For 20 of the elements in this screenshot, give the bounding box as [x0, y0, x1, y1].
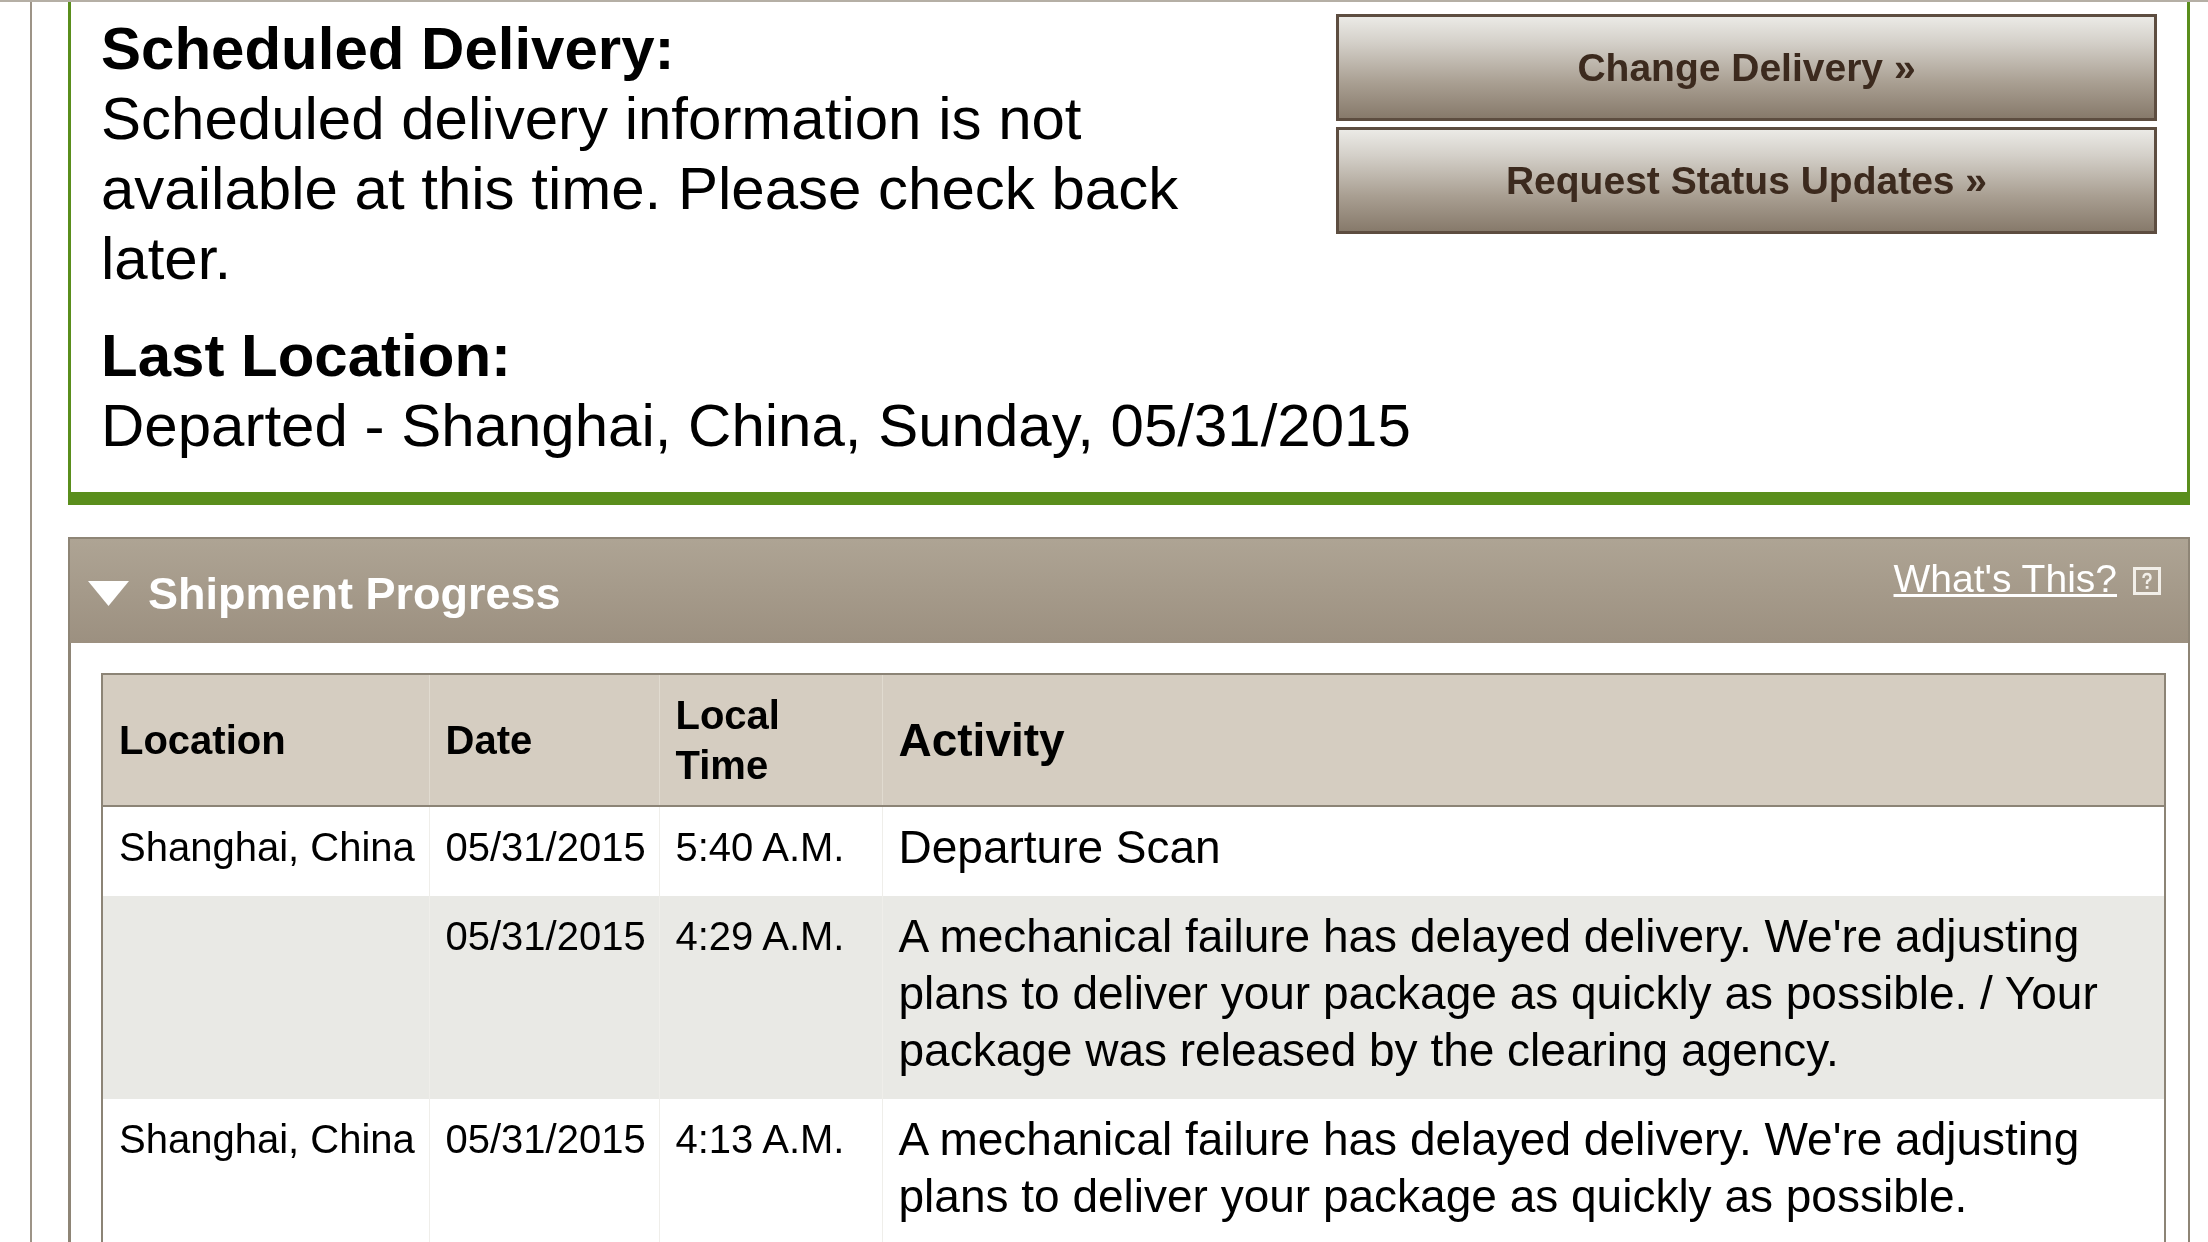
table-cell: 05/31/2015 — [429, 1099, 659, 1242]
table-cell: 05/31/2015 — [429, 896, 659, 1099]
table-cell: Shanghai, China — [102, 1099, 429, 1242]
action-button[interactable]: Change Delivery » — [1336, 14, 2157, 121]
column-header: Local Time — [659, 674, 882, 806]
help-icon[interactable] — [2133, 567, 2161, 595]
last-location-text: Departed - Shanghai, China, Sunday, 05/31/2015 — [101, 391, 1412, 461]
last-location-heading: Last Location: — [101, 321, 512, 391]
action-button[interactable]: Request Status Updates » — [1336, 127, 2157, 234]
disclosure-triangle-icon[interactable] — [88, 580, 129, 606]
scheduled-delivery-heading: Scheduled Delivery: — [101, 14, 676, 84]
column-header: Location — [102, 674, 429, 806]
table-cell: A mechanical failure has delayed delivery. We're adjusting plans to deliver your package as quickly as possible. — [882, 1099, 2165, 1242]
column-header: Date — [429, 674, 659, 806]
table-cell: 4:13 A.M. — [659, 1099, 882, 1242]
scheduled-delivery-text: Scheduled delivery information is not available at this time. Please check back later. — [101, 84, 1180, 294]
column-header: Activity — [882, 674, 2165, 806]
table-cell: A mechanical failure has delayed delivery. We're adjusting plans to deliver your package as quickly as possible. / Your package was released by the clearing agency. — [882, 896, 2165, 1099]
section-title: Shipment Progress — [148, 567, 562, 621]
table-cell: 4:29 A.M. — [659, 896, 882, 1099]
